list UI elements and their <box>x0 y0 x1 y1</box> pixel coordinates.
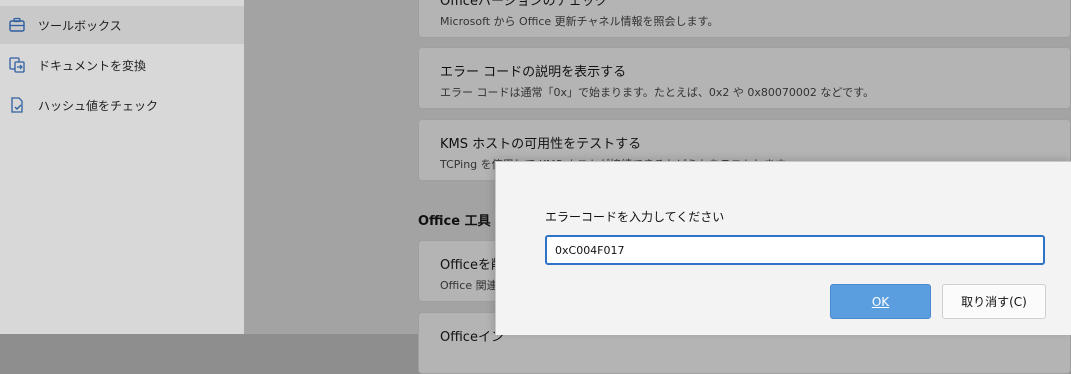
sidebar-item-label: ハッシュ値をチェック <box>38 98 159 113</box>
card-description: Office 関連 <box>440 279 498 292</box>
card-title: KMS ホストの可用性をテストする <box>440 137 642 152</box>
card-error-code-description[interactable]: エラー コードの説明を表示する エラー コードは通常「0x」で始まります。たとえ… <box>418 47 1071 109</box>
sidebar-item-toolbox[interactable]: ツールボックス <box>0 6 244 44</box>
card-office-version-check[interactable]: Officeバージョンのチェック Microsoft から Office 更新チ… <box>418 0 1071 38</box>
dialog-prompt: エラーコードを入力してください <box>545 210 725 224</box>
hash-check-icon <box>11 97 23 113</box>
card-title: Officeバージョンのチェック <box>440 0 608 9</box>
error-code-input[interactable] <box>545 235 1045 265</box>
convert-document-icon <box>9 57 25 73</box>
sidebar-item-label: ドキュメントを変換 <box>38 58 147 73</box>
card-title: エラー コードの説明を表示する <box>440 65 627 80</box>
sidebar-item-convert-document[interactable]: ドキュメントを変換 <box>0 46 244 84</box>
section-title: Office 工具 <box>418 214 491 229</box>
error-code-dialog: エラーコードを入力してください OK 取り消す(C) <box>495 161 1071 335</box>
ok-button[interactable]: OK <box>830 284 931 319</box>
cancel-button[interactable]: 取り消す(C) <box>942 284 1046 319</box>
sidebar: ツールボックス ドキュメントを変換 ハッシュ値をチェック <box>0 0 244 334</box>
card-description: Microsoft から Office 更新チャネル情報を照会します。 <box>440 15 719 28</box>
sidebar-item-hash-check[interactable]: ハッシュ値をチェック <box>0 86 244 124</box>
toolbox-icon <box>9 17 25 32</box>
sidebar-item-label: ツールボックス <box>38 18 122 33</box>
card-description: エラー コードは通常「0x」で始まります。たとえば、0x2 や 0x800700… <box>440 86 875 99</box>
